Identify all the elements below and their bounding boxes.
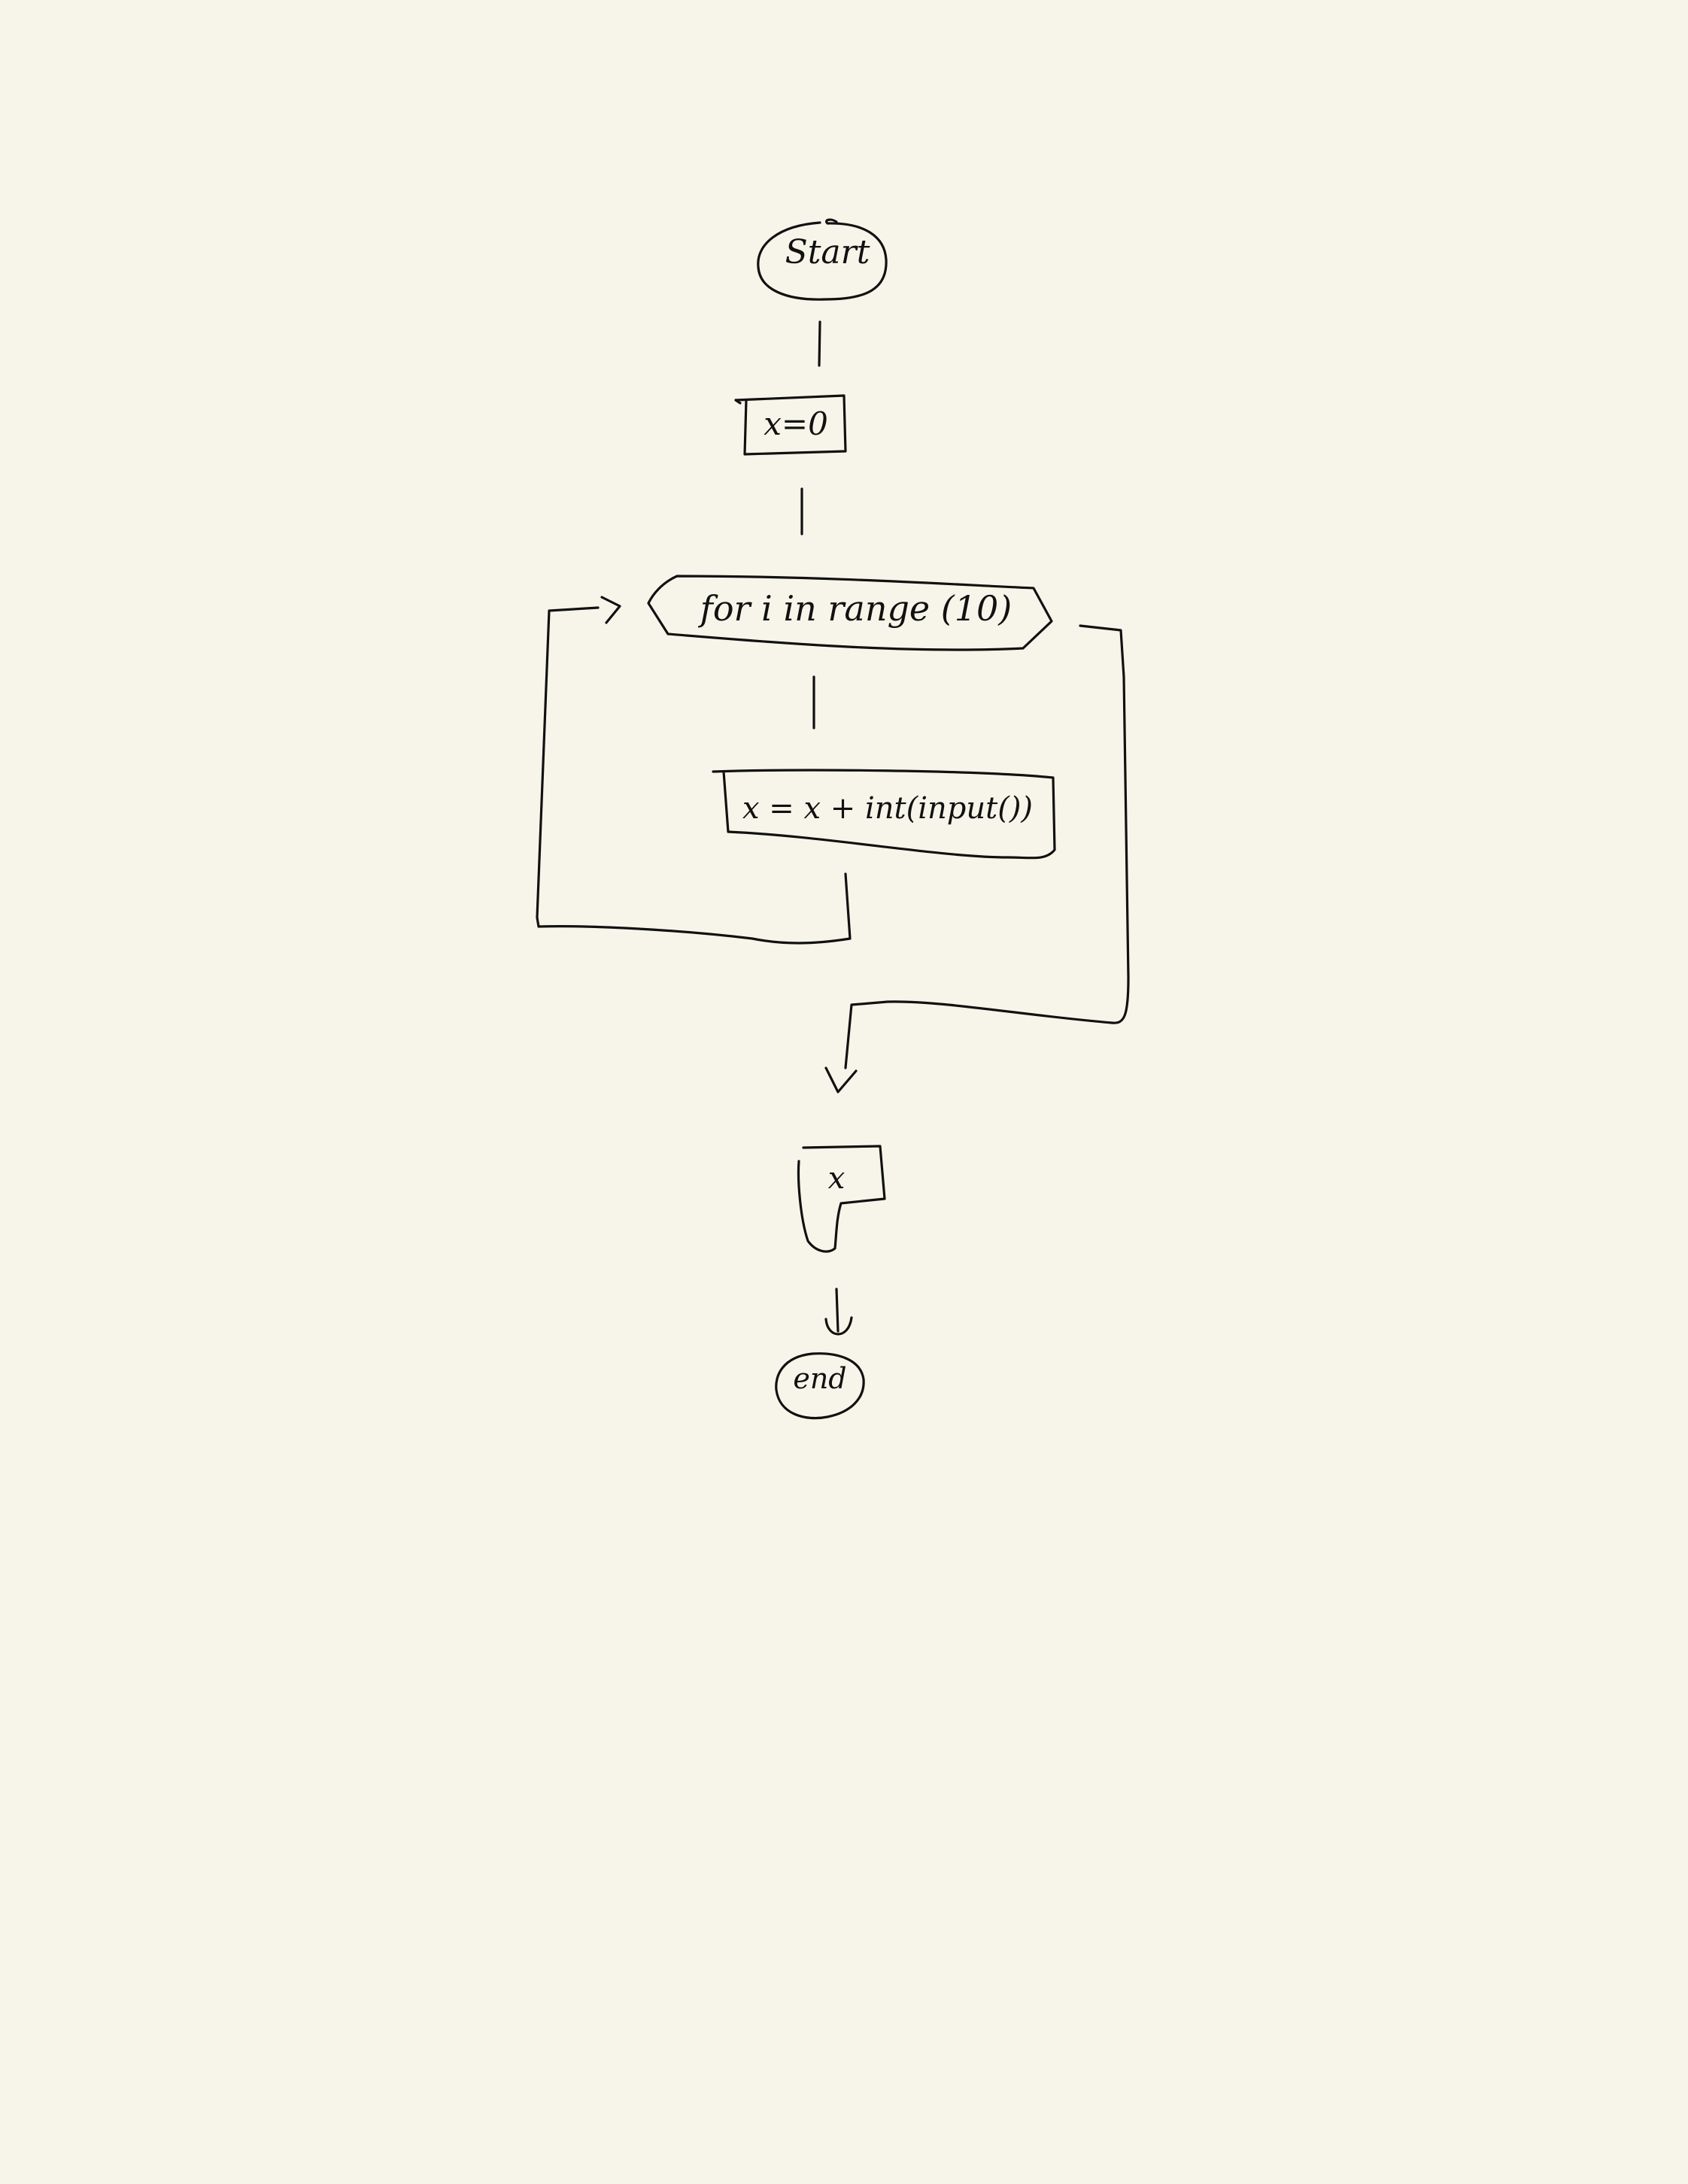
loop-node: for i in range (10)	[647, 575, 1053, 651]
output-node: x	[797, 1145, 886, 1253]
body-node: x = x + int(input())	[712, 769, 1056, 860]
loop-exit-arrowhead	[824, 1066, 858, 1094]
end-node: end	[775, 1352, 865, 1420]
flowchart-diagram: Start x=0 for i in range (10) x = x + in…	[536, 218, 1130, 1420]
flowchart-canvas: Start x=0 for i in range (10) x = x + in…	[0, 0, 1688, 2184]
connector-output-to-end	[835, 1288, 839, 1333]
output-node-label: x	[828, 1161, 846, 1196]
body-node-label: x = x + int(input())	[742, 791, 1033, 826]
init-node: x=0	[734, 394, 847, 456]
connector-start-to-init	[818, 320, 821, 367]
start-node: Start	[757, 218, 888, 301]
init-node-label: x=0	[764, 405, 828, 442]
loop-back-line	[536, 606, 852, 945]
loop-back-arrowhead	[600, 596, 621, 624]
loop-node-label: for i in range (10)	[698, 588, 1012, 629]
start-node-label: Start	[785, 233, 870, 271]
end-node-label: end	[793, 1362, 846, 1395]
